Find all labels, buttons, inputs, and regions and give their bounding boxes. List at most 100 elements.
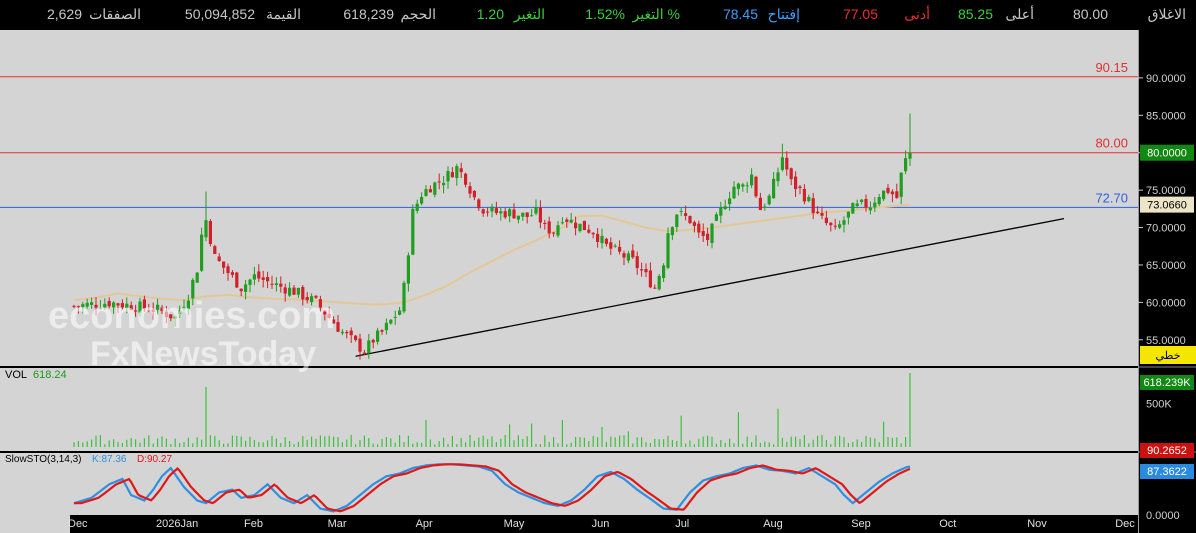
stoch-k-label: 87.3622 [1147, 466, 1187, 478]
candle-body-145 [710, 223, 714, 243]
candle-body-67 [367, 340, 371, 354]
candle-body-95 [490, 206, 494, 212]
candle-body-93 [481, 209, 485, 214]
month-label-2: Feb [244, 518, 263, 530]
candle-body-135 [666, 233, 670, 268]
candle-body-106 [538, 207, 542, 223]
candle-body-185 [886, 187, 890, 193]
candle-body-173 [833, 225, 837, 227]
candle-body-172 [829, 222, 833, 226]
candle-body-165 [798, 186, 802, 189]
candle-body-156 [758, 197, 762, 211]
month-label-10: Oct [939, 518, 956, 530]
candle-body-89 [464, 173, 468, 185]
candle-body-77 [411, 208, 415, 255]
candle-body-142 [697, 223, 701, 233]
candle-body-103 [525, 212, 529, 218]
candle-body-40 [248, 279, 252, 285]
candle-body-120 [600, 235, 604, 244]
candle-body-113 [569, 219, 573, 223]
candle-body-110 [556, 225, 560, 236]
candle-body-62 [345, 331, 349, 334]
candle-body-65 [358, 338, 362, 352]
candle-body-126 [626, 253, 630, 261]
candle-body-116 [582, 220, 586, 231]
candle-body-39 [244, 284, 248, 292]
candle-body-90 [468, 186, 472, 194]
scale-mode-label[interactable]: خطي [1156, 350, 1181, 362]
candle-body-83 [437, 181, 441, 183]
candle-body-123 [613, 245, 617, 247]
candle-body-153 [745, 185, 749, 187]
candle-body-171 [824, 217, 828, 224]
candle-body-166 [802, 188, 806, 202]
candle-body-177 [851, 203, 855, 214]
candle-body-157 [763, 206, 767, 208]
candle-body-127 [631, 250, 635, 258]
candle-body-174 [838, 224, 842, 228]
candle-body-79 [420, 196, 424, 204]
candle-body-104 [530, 215, 534, 217]
candle-body-183 [877, 197, 881, 205]
candle-body-170 [820, 213, 824, 216]
candle-body-136 [670, 227, 674, 236]
candle-body-178 [855, 203, 859, 207]
candle-body-99 [508, 209, 512, 217]
candle-body-85 [446, 171, 450, 182]
candle-body-128 [635, 256, 639, 269]
candle-body-82 [433, 182, 437, 195]
ma-value-label: 73.0660 [1147, 200, 1187, 212]
candle-body-30 [204, 220, 208, 238]
month-label-7: Jul [675, 518, 689, 530]
candle-body-114 [574, 222, 578, 229]
candle-body-28 [195, 272, 199, 283]
candle-body-63 [349, 330, 353, 336]
level-label-2: 72.70 [1095, 190, 1128, 205]
candle-body-29 [200, 234, 204, 271]
candle-body-184 [882, 190, 886, 200]
price-tick-3: 75.0000 [1146, 185, 1186, 197]
candle-body-150 [732, 186, 736, 199]
candle-body-144 [706, 233, 710, 241]
price-tick-7: 55.0000 [1146, 335, 1186, 347]
candle-body-61 [340, 331, 344, 334]
price-tick-6: 60.0000 [1146, 297, 1186, 309]
candle-body-51 [296, 287, 300, 295]
level-label-0: 90.15 [1095, 60, 1128, 75]
volume-tick-0: 500K [1146, 398, 1172, 410]
stoch-d-label: 90.2652 [1147, 445, 1187, 457]
volume-panel[interactable] [0, 368, 1138, 451]
candle-body-189 [904, 158, 908, 172]
candle-body-190 [908, 152, 912, 159]
stoch-title: SlowSTO(3,14,3) [5, 454, 82, 465]
candle-body-160 [776, 172, 780, 182]
candle-body-64 [354, 335, 358, 340]
candle-body-38 [239, 288, 243, 292]
month-label-8: Aug [763, 518, 783, 530]
candle-body-107 [543, 222, 547, 224]
price-axis[interactable]: 90.0000 85.0000 80.0000 75.0000 70.0000 65.00… [1138, 73, 1194, 347]
candle-body-115 [578, 223, 582, 232]
volume-value: 618.24 [33, 369, 67, 381]
candle-body-96 [494, 208, 498, 214]
candle-body-75 [402, 282, 406, 312]
candle-body-50 [292, 287, 296, 295]
candle-body-87 [455, 166, 459, 178]
candle-body-188 [899, 172, 903, 197]
candle-body-76 [406, 255, 410, 284]
volume-title: VOL [5, 369, 27, 381]
price-tick-5: 65.0000 [1146, 260, 1186, 272]
candle-body-121 [604, 238, 608, 244]
month-label-9: Sep [851, 518, 871, 530]
month-label-1: 2026Jan [156, 518, 198, 530]
candle-body-46 [274, 283, 278, 286]
candle-body-43 [261, 277, 265, 280]
stoch-axis[interactable]: 90.2652 87.3622 0.0000 [1140, 443, 1194, 522]
candle-body-133 [657, 276, 661, 290]
candle-body-81 [428, 189, 432, 193]
volume-axis[interactable]: 500K0K618.239K [1140, 375, 1194, 454]
candle-body-31 [208, 221, 212, 245]
candle-body-45 [270, 283, 274, 285]
chart-canvas[interactable]: 90.15 80.00 72.70 economies.com FxNewsToda… [0, 0, 1196, 533]
candle-body-80 [424, 189, 428, 197]
